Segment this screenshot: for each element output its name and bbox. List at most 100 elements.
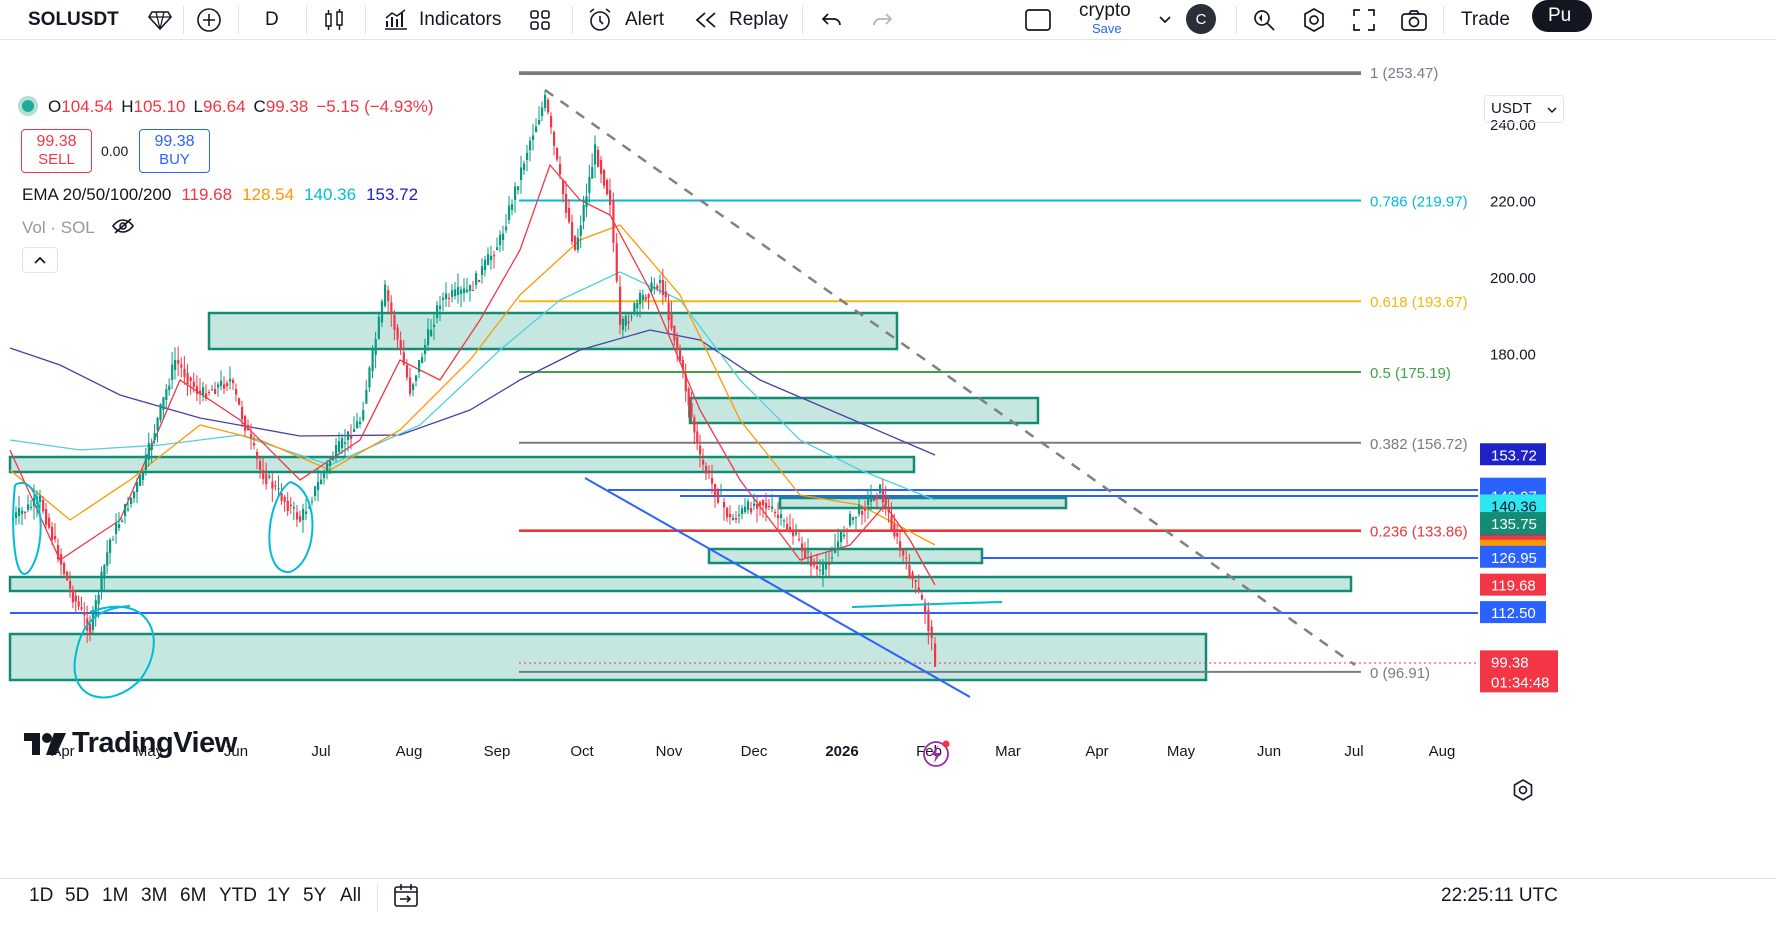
candle-body — [756, 504, 759, 509]
candle-body — [816, 566, 819, 570]
candle-body — [454, 289, 457, 296]
candle-body — [490, 255, 493, 260]
add-symbol-icon[interactable] — [195, 6, 223, 34]
range-1y[interactable]: 1Y — [267, 885, 290, 907]
candle-body — [481, 266, 484, 275]
buy-button[interactable]: 99.38 BUY — [139, 129, 210, 173]
candle-body — [289, 504, 292, 507]
templates-icon[interactable] — [526, 6, 554, 34]
candle-body — [870, 497, 873, 502]
candle-body — [314, 486, 317, 496]
currency-selector[interactable]: USDT — [1484, 95, 1564, 123]
candle-body — [789, 527, 792, 533]
candle-body — [74, 595, 77, 602]
candle-body — [747, 501, 750, 510]
candle-body — [457, 287, 460, 295]
candle-body — [405, 365, 409, 378]
range-1d[interactable]: 1D — [29, 885, 53, 907]
candle-body — [673, 325, 676, 341]
candle-body — [21, 510, 24, 514]
candle-body — [430, 329, 433, 336]
range-5d[interactable]: 5D — [65, 885, 89, 907]
gem-icon[interactable] — [146, 6, 174, 34]
candle-body — [359, 421, 362, 424]
volume-label: Vol · SOL — [22, 217, 95, 237]
alert-button[interactable]: Alert — [625, 0, 664, 40]
candle-body — [472, 290, 475, 291]
axis-settings-icon[interactable] — [1510, 777, 1536, 803]
layout-name[interactable]: crypto — [1079, 0, 1131, 22]
candle-body — [144, 454, 148, 470]
candle-body — [141, 471, 145, 480]
candle-body — [934, 643, 937, 667]
replay-icon[interactable] — [692, 6, 720, 34]
candle-body — [341, 438, 344, 448]
range-all[interactable]: All — [340, 885, 361, 907]
symbol-search[interactable]: SOLUSDT — [28, 0, 119, 40]
avatar[interactable]: C — [1186, 4, 1216, 34]
candle-body — [320, 479, 323, 484]
candle-body — [299, 516, 302, 522]
alert-icon[interactable] — [586, 6, 614, 34]
layout-save[interactable]: Save — [1092, 21, 1122, 36]
candle-body — [565, 194, 568, 213]
camera-icon[interactable] — [1400, 6, 1428, 34]
clock[interactable]: 22:25:11 UTC — [1441, 885, 1558, 907]
candle-body — [112, 539, 115, 541]
candle-body — [418, 359, 421, 372]
candle-body — [133, 491, 136, 498]
volume-legend[interactable]: Vol · SOL — [22, 217, 135, 240]
candle-body — [852, 517, 855, 520]
candle-body — [576, 237, 580, 250]
candle-body — [884, 498, 887, 506]
candle-body — [661, 280, 665, 296]
candle-body — [66, 572, 69, 581]
ema200-value: 153.72 — [366, 185, 419, 204]
candle-body — [511, 204, 514, 210]
range-3m[interactable]: 3M — [141, 885, 167, 907]
redo-icon[interactable] — [868, 6, 896, 34]
candle-body — [268, 475, 271, 478]
publish-button[interactable]: Pu — [1532, 0, 1592, 32]
sell-button[interactable]: 99.38 SELL — [21, 129, 92, 173]
candle-body — [834, 547, 837, 553]
zone-rect-6 — [707, 547, 984, 565]
range-ytd[interactable]: YTD — [219, 885, 257, 907]
goto-date-icon[interactable] — [392, 882, 420, 910]
candle-body — [684, 374, 687, 392]
candle-body — [205, 393, 208, 399]
candle-body — [415, 375, 418, 381]
fullscreen-icon[interactable] — [1350, 6, 1378, 34]
chevron-down-icon[interactable] — [1151, 6, 1179, 34]
range-1m[interactable]: 1M — [102, 885, 128, 907]
candle-body — [451, 290, 454, 297]
candle-body — [356, 421, 359, 428]
candle-body — [384, 284, 387, 307]
candle-body — [670, 314, 673, 329]
candle-body — [265, 473, 268, 484]
lightning-icon[interactable] — [921, 739, 951, 769]
eye-hidden-icon[interactable] — [111, 217, 135, 240]
indicators-button[interactable]: Indicators — [419, 0, 501, 40]
chart-area[interactable]: 1 (253.47) 0.786 (219.97) 0.618 (193.67) 0.… — [0, 40, 1776, 927]
indicators-icon[interactable] — [382, 6, 410, 34]
collapse-legend-button[interactable] — [22, 247, 58, 273]
candle-body — [493, 255, 496, 257]
replay-button[interactable]: Replay — [729, 0, 788, 40]
trade-button[interactable]: Trade — [1461, 0, 1510, 40]
undo-icon[interactable] — [818, 6, 846, 34]
candle-body — [295, 512, 299, 520]
layout-icon[interactable] — [1024, 6, 1052, 34]
candle-body — [738, 514, 741, 516]
range-6m[interactable]: 6M — [180, 885, 206, 907]
fib-label-6: 0 (96.91) — [1370, 665, 1430, 682]
candle-body — [189, 377, 192, 382]
candles-icon[interactable] — [320, 6, 348, 34]
candle-body — [235, 389, 238, 395]
quick-search-icon[interactable] — [1250, 6, 1278, 34]
range-5y[interactable]: 5Y — [303, 885, 326, 907]
interval-button[interactable]: D — [265, 0, 279, 40]
candle-body — [259, 461, 262, 470]
ema-legend[interactable]: EMA 20/50/100/200 119.68 128.54 140.36 153.7… — [22, 185, 418, 205]
settings-icon[interactable] — [1300, 6, 1328, 34]
